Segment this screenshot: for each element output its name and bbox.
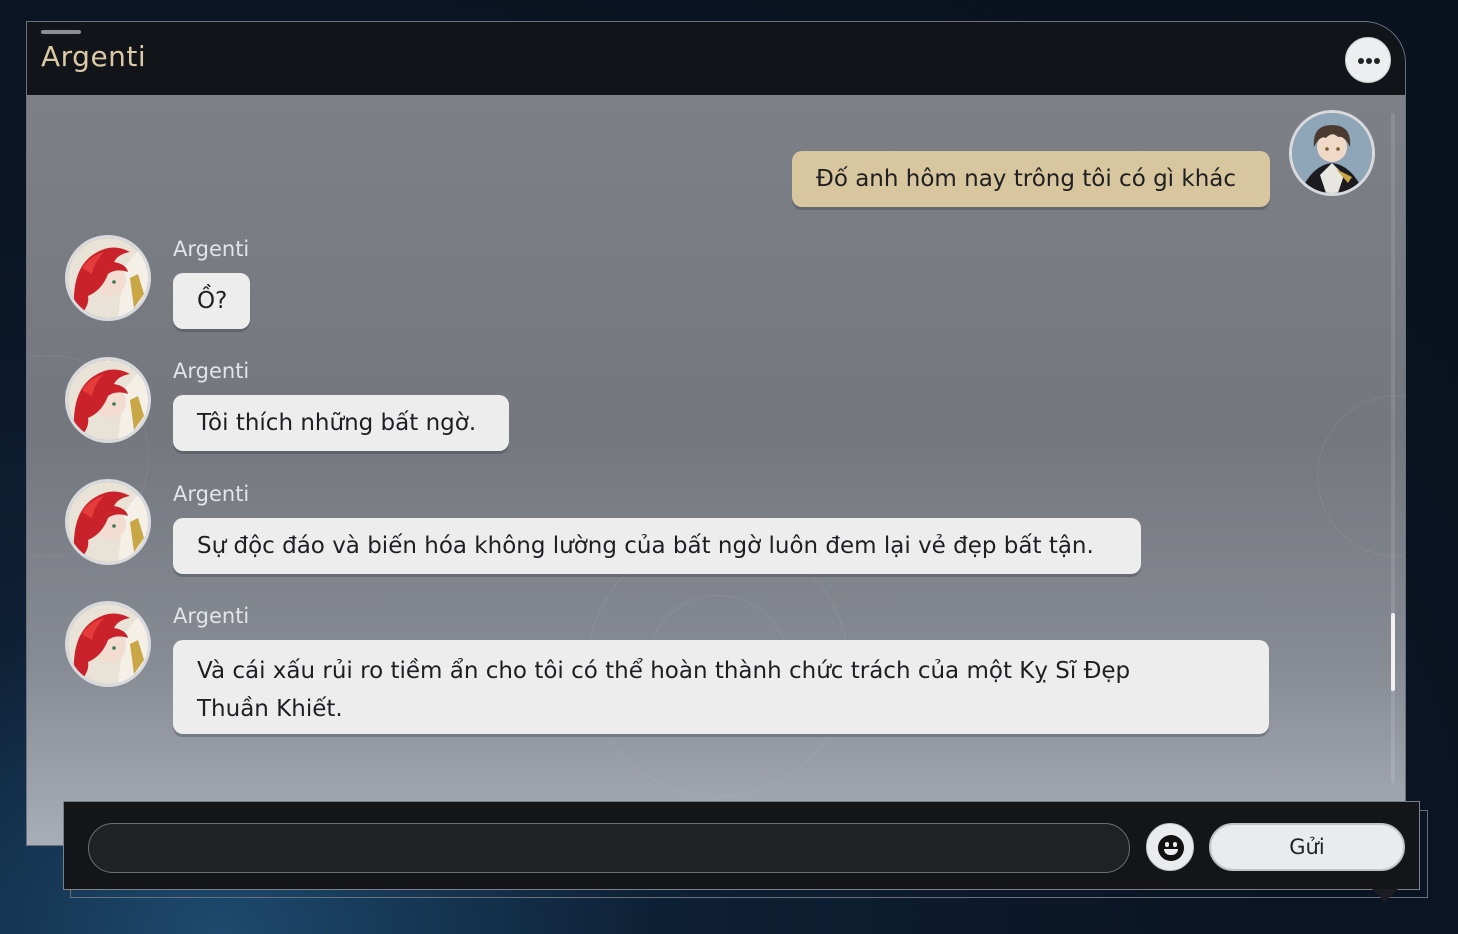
message-bubble: Tôi thích những bất ngờ. [173, 395, 509, 451]
sender-name: Argenti [173, 604, 250, 628]
ellipsis-icon-dot [1374, 58, 1380, 64]
my-avatar[interactable] [1289, 110, 1375, 196]
smiley-icon [1158, 835, 1184, 861]
chat-window: Argenti Đố anh hôm nay trông tôi có gì k… [26, 21, 1406, 846]
more-options-button[interactable] [1345, 37, 1391, 83]
sender-name: Argenti [173, 482, 250, 506]
message-line: Và cái xấu rủi ro tiềm ẩn cho tôi có thể… [197, 658, 1131, 684]
ellipsis-icon [1358, 58, 1364, 64]
contact-avatar[interactable] [65, 235, 151, 321]
composer-tail [1372, 889, 1398, 902]
message-bubble: Ồ? [173, 273, 250, 329]
title-bar: Argenti [27, 22, 1405, 95]
message-bubble: Và cái xấu rủi ro tiềm ẩn cho tôi có thể… [173, 640, 1269, 734]
ellipsis-icon-dot [1366, 58, 1372, 64]
contact-avatar[interactable] [65, 357, 151, 443]
contact-avatar[interactable] [65, 479, 151, 565]
contact-avatar[interactable] [65, 601, 151, 687]
scrollbar-thumb[interactable] [1391, 613, 1395, 691]
send-button[interactable]: Gửi [1209, 823, 1405, 871]
message-list[interactable]: Đố anh hôm nay trông tôi có gì khác Arge… [27, 95, 1405, 845]
message-line: Thuần Khiết. [197, 696, 343, 722]
sender-name: Argenti [173, 359, 250, 383]
message-input[interactable] [88, 823, 1130, 873]
emoji-button[interactable] [1146, 823, 1194, 871]
my-message-bubble: Đố anh hôm nay trông tôi có gì khác [792, 151, 1270, 207]
composer: Gửi [63, 801, 1420, 890]
sender-name: Argenti [173, 237, 250, 261]
message-bubble: Sự độc đáo và biến hóa không lường của b… [173, 518, 1141, 574]
chat-title: Argenti [41, 40, 147, 73]
title-accent [41, 30, 81, 34]
